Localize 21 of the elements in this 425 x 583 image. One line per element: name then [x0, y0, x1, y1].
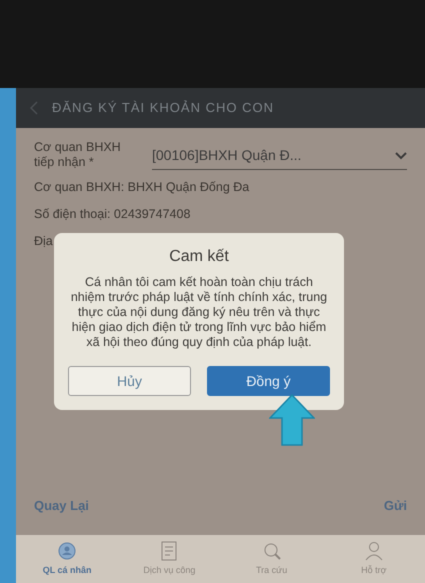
info-line: Địa — [34, 232, 54, 250]
back-icon[interactable] — [30, 101, 38, 115]
header-title: ĐĂNG KÝ TÀI KHOẢN CHO CON — [52, 99, 274, 118]
agency-dropdown[interactable]: [00106]BHXH Quận Đ... — [152, 145, 407, 170]
person-icon — [362, 540, 385, 562]
nav-tab[interactable]: Dịch vụ công — [118, 535, 220, 583]
info-line: Cơ quan BHXH: BHXH Quận Đống Đa — [34, 179, 250, 196]
field-label: Cơ quan BHXH tiếp nhận * — [34, 140, 122, 170]
chevron-down-icon — [395, 152, 407, 160]
info-line: Số điện thoại: 02439747408 — [34, 206, 192, 223]
person-icon — [56, 540, 78, 562]
dialog-title: Cam kết — [168, 247, 230, 267]
dialog-message: Cá nhân tôi cam kết hoàn toàn chịu trách nhiệm trước pháp luật về tính chính xác, trung thực của nội dung đăng ký nêu trên và thực hiện giao dịch điện tử trong lĩnh vực bảo hiểm xã hội theo đúng quy định của pháp luật. — [70, 275, 328, 350]
nav-tab[interactable]: Tra cứu — [220, 535, 323, 583]
nav-tab[interactable]: QL cá nhân — [16, 535, 118, 583]
send-link[interactable]: Gửi — [384, 496, 407, 515]
nav-tab[interactable]: Hỗ trợ — [322, 535, 425, 583]
back-link[interactable]: Quay Lại — [34, 496, 89, 515]
cancel-button[interactable]: Hủy — [68, 366, 191, 396]
arrow-up-icon — [269, 394, 315, 446]
agree-button[interactable]: Đồng ý — [207, 366, 330, 396]
